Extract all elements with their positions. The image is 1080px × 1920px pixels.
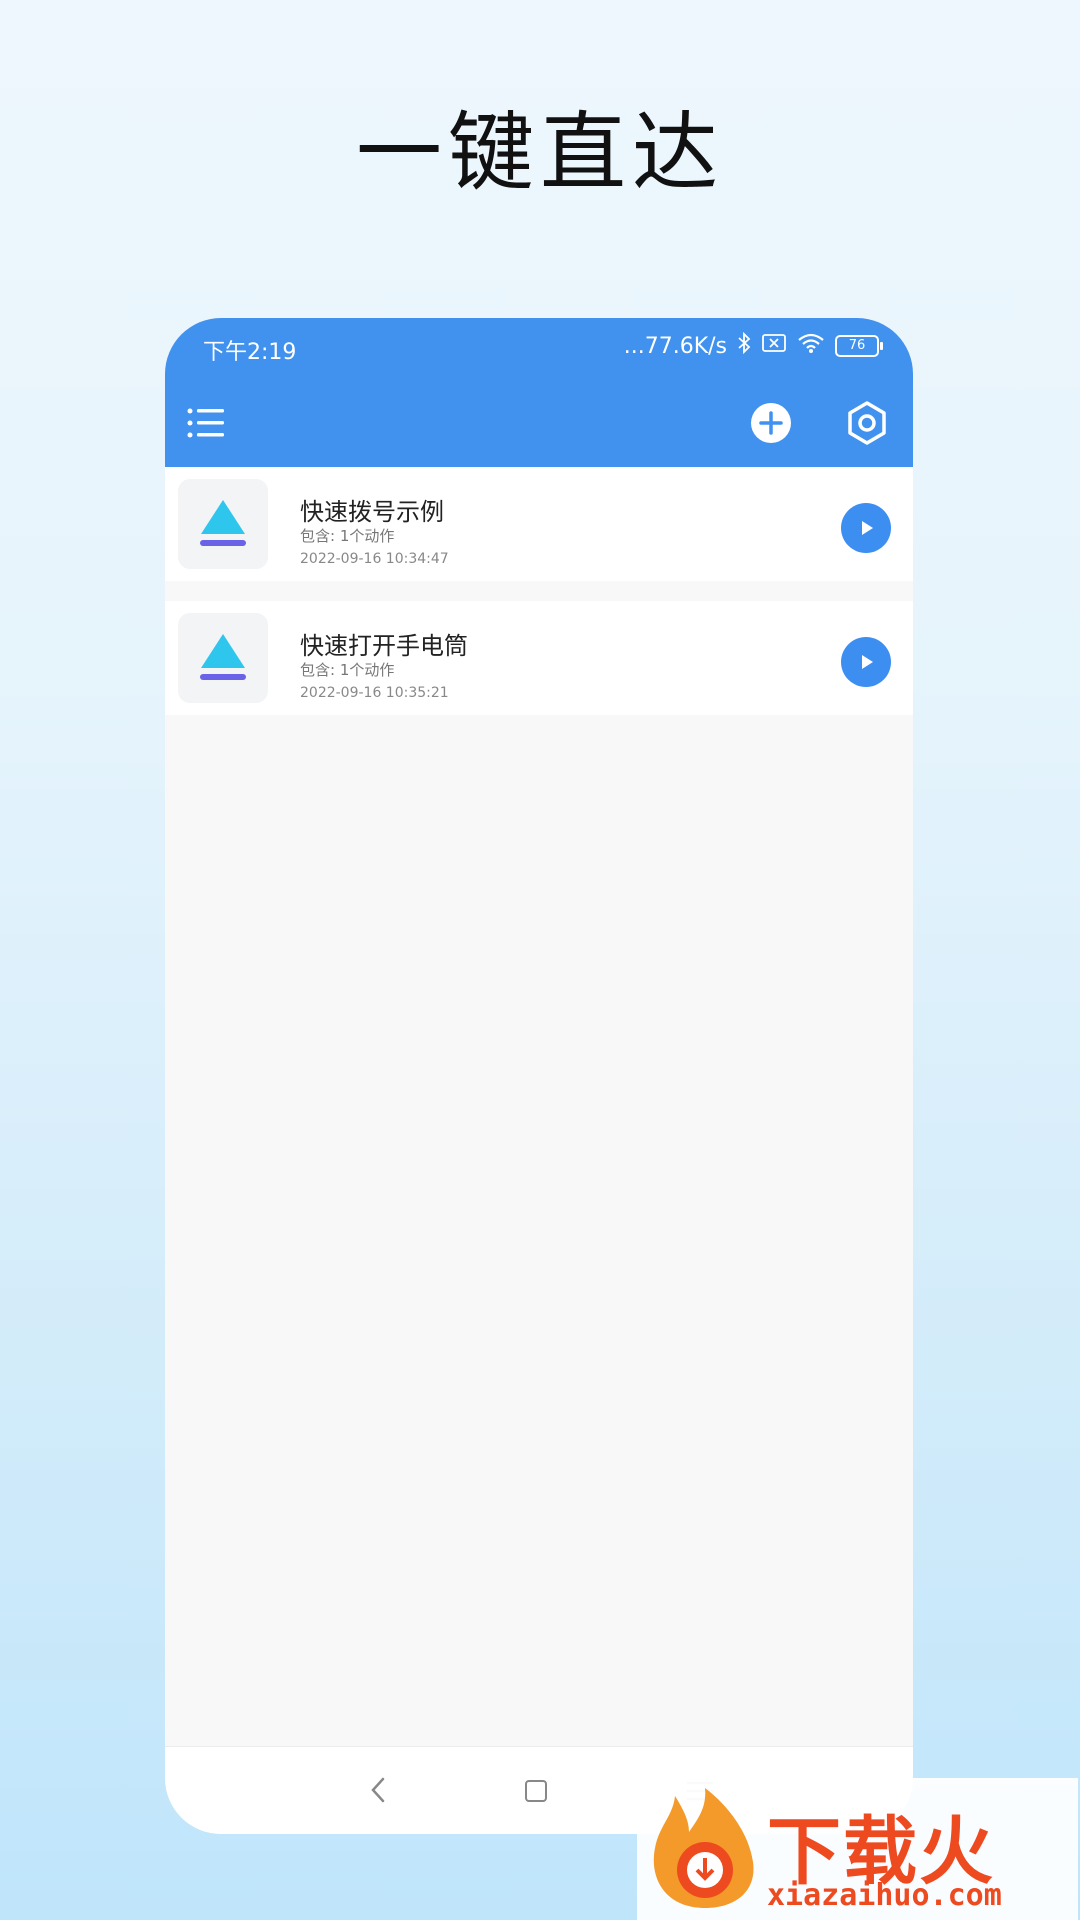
- shortcut-title: 快速打开手电筒: [300, 632, 468, 660]
- status-time: 下午2:19: [203, 340, 297, 365]
- phone-screen: 下午2:19 ...77.6K/s 76 快速拨号示例 包含: 1个动作 202…: [165, 318, 913, 1834]
- shortcut-subtitle: 包含: 1个动作: [300, 527, 395, 545]
- flame-logo-icon: [645, 1786, 765, 1916]
- status-indicators: ...77.6K/s 76: [623, 331, 883, 360]
- play-icon[interactable]: [841, 637, 891, 687]
- shortcut-item[interactable]: 快速打开手电筒 包含: 1个动作 2022-09-16 10:35:21: [165, 601, 913, 715]
- shortcut-app-icon: [178, 613, 268, 703]
- bluetooth-icon: [737, 331, 751, 360]
- app-toolbar: [165, 380, 913, 467]
- shortcut-list: 快速拨号示例 包含: 1个动作 2022-09-16 10:34:47 快速打开…: [165, 467, 913, 715]
- battery-icon: 76: [835, 335, 883, 357]
- list-menu-icon[interactable]: [177, 394, 235, 452]
- play-icon[interactable]: [841, 503, 891, 553]
- shortcut-date: 2022-09-16 10:34:47: [300, 551, 449, 567]
- sim-x-icon: [761, 333, 787, 359]
- wifi-icon: [797, 332, 825, 360]
- home-icon[interactable]: [525, 1780, 547, 1802]
- shortcut-item[interactable]: 快速拨号示例 包含: 1个动作 2022-09-16 10:34:47: [165, 467, 913, 581]
- shortcut-date: 2022-09-16 10:35:21: [300, 685, 449, 701]
- hexagon-settings-icon[interactable]: [838, 394, 896, 452]
- network-speed: ...77.6K/s: [623, 333, 727, 359]
- status-bar: 下午2:19 ...77.6K/s 76: [165, 318, 913, 380]
- shortcut-app-icon: [178, 479, 268, 569]
- watermark-url: xiazaihuo.com: [767, 1878, 1002, 1913]
- plus-circle-icon[interactable]: [742, 394, 800, 452]
- promo-title: 一键直达: [356, 103, 724, 203]
- shortcut-subtitle: 包含: 1个动作: [300, 661, 395, 679]
- shortcut-title: 快速拨号示例: [300, 498, 444, 526]
- back-icon[interactable]: [368, 1775, 388, 1809]
- watermark: 下载火 xiazaihuo.com: [637, 1778, 1078, 1920]
